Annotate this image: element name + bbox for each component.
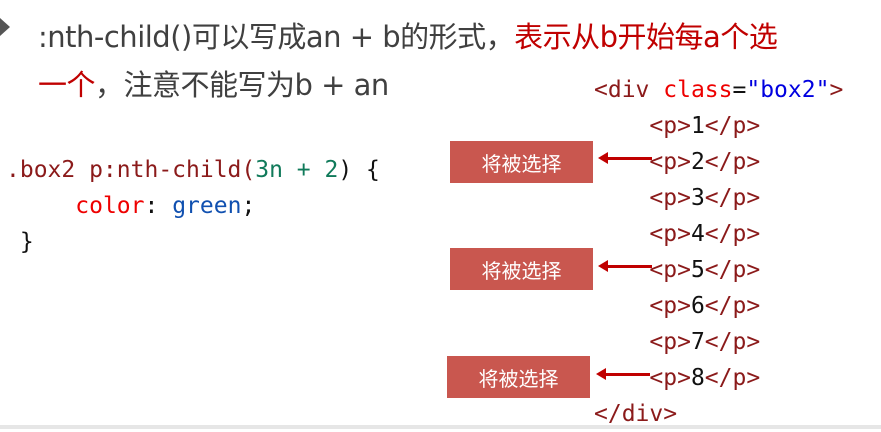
p-item: <p>2</p> — [649, 149, 760, 175]
highlight-text: 一个 — [38, 68, 96, 102]
p-open: <p> — [649, 149, 691, 175]
highlight-text: 表示从b开始每a个选 — [514, 20, 778, 54]
arrow-left-icon — [596, 368, 650, 380]
text: ，注意不能写为b + an — [95, 68, 389, 102]
p-open: <p> — [649, 257, 691, 283]
attr-name: class — [663, 77, 733, 103]
p-close: </p> — [704, 329, 761, 355]
p-item: <p>3</p> — [649, 185, 760, 211]
p-close: </p> — [704, 113, 761, 139]
p-open: <p> — [649, 293, 691, 319]
p-item: <p>4</p> — [649, 221, 760, 247]
p-item: <p>8</p> — [649, 365, 760, 391]
div-close: </div> — [594, 401, 678, 427]
p-open: <p> — [649, 221, 691, 247]
p-close: </p> — [704, 149, 761, 175]
css-value: green — [172, 193, 242, 219]
p-text: 1 — [690, 113, 705, 139]
p-text: 7 — [690, 329, 705, 355]
css-code-block: .box2 p:nth-child(3n + 2) { color: green… — [6, 152, 380, 260]
selected-label: 将被选择 — [450, 248, 593, 290]
p-open: <p> — [649, 113, 691, 139]
selected-label: 将被选择 — [450, 141, 593, 183]
p-text: 4 — [690, 221, 705, 247]
p-text: 2 — [690, 149, 705, 175]
arg-b: + 2 — [282, 157, 339, 183]
colon: : — [144, 193, 173, 219]
attr-value: "box2" — [746, 77, 830, 103]
description-line-2: 一个，注意不能写为b + an — [38, 62, 389, 104]
html-code-block: <div class="box2"> <p>1</p> <p>2</p> <p>… — [594, 72, 843, 432]
p-item: <p>6</p> — [649, 293, 760, 319]
arrow-left-icon — [598, 152, 652, 164]
p-close: </p> — [704, 365, 761, 391]
brace-open: ) { — [338, 157, 380, 183]
text: :nth-child()可以写成an + b的形式， — [38, 20, 515, 54]
selected-label: 将被选择 — [447, 356, 590, 398]
p-item: <p>1</p> — [649, 113, 760, 139]
p-open: <p> — [649, 365, 691, 391]
p-text: 6 — [690, 293, 705, 319]
description-line-1: :nth-child()可以写成an + b的形式，表示从b开始每a个选 — [38, 14, 778, 56]
css-selector: .box2 p:nth-child( — [6, 157, 256, 183]
p-item: <p>7</p> — [649, 329, 760, 355]
p-close: </p> — [704, 185, 761, 211]
p-close: </p> — [704, 293, 761, 319]
p-text: 5 — [690, 257, 705, 283]
gt: > — [829, 77, 844, 103]
equals: = — [732, 77, 747, 103]
p-item: <p>5</p> — [649, 257, 760, 283]
div-open: <div — [594, 77, 664, 103]
brace-close: } — [19, 229, 34, 255]
css-property: color — [75, 193, 145, 219]
p-open: <p> — [649, 185, 691, 211]
bullet-arrow-icon — [0, 18, 10, 36]
p-close: </p> — [704, 257, 761, 283]
p-open: <p> — [649, 329, 691, 355]
p-close: </p> — [704, 221, 761, 247]
p-text: 8 — [690, 365, 705, 391]
p-text: 3 — [690, 185, 705, 211]
arg-a: 3n — [255, 157, 283, 183]
arrow-left-icon — [598, 260, 652, 272]
semicolon: ; — [241, 193, 256, 219]
bottom-divider — [0, 425, 881, 429]
